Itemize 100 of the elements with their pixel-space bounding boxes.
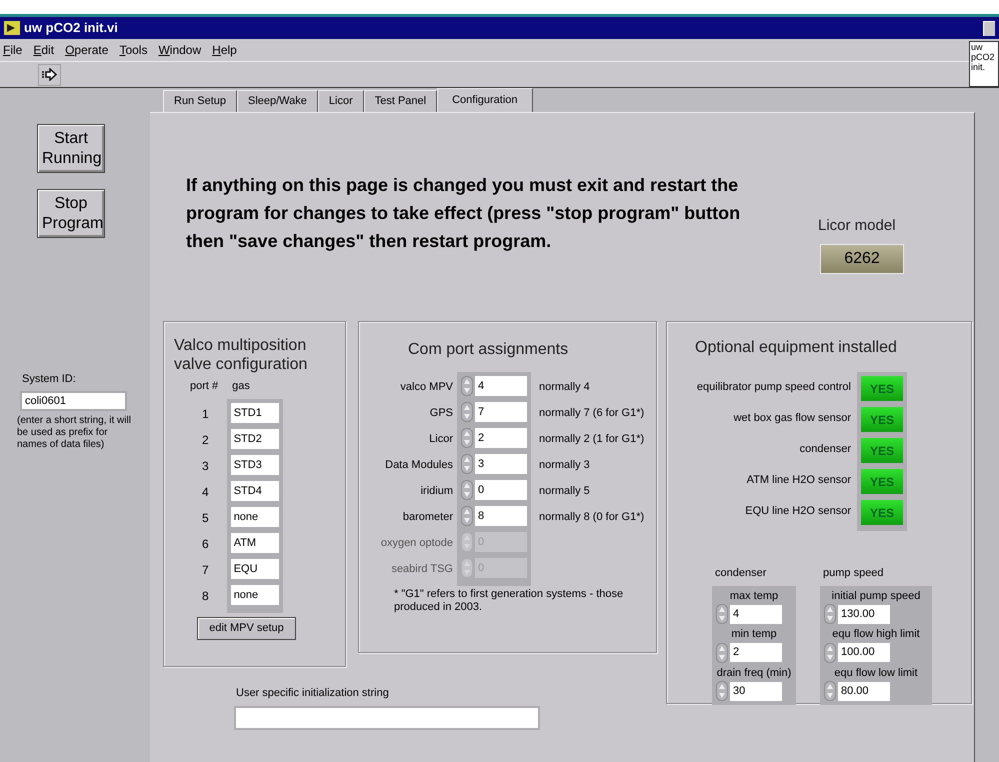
gas-field[interactable]: STD4 xyxy=(230,480,279,500)
tab[interactable]: Test Panel xyxy=(364,90,438,112)
field-label: barometer xyxy=(402,510,453,525)
port-number: 8 xyxy=(202,588,209,604)
spin-arrows[interactable] xyxy=(461,402,473,422)
spin-arrows[interactable] xyxy=(824,604,836,624)
hint-text: normally 7 (6 for G1*) xyxy=(539,407,644,419)
spin-arrows[interactable] xyxy=(716,604,728,624)
number-field[interactable]: 4 xyxy=(730,604,782,624)
column-header: gas xyxy=(232,379,250,394)
hint-text: normally 3 xyxy=(539,459,590,471)
edit-mpv-setup-button[interactable]: edit MPV setup xyxy=(197,616,296,640)
number-field[interactable]: 100.00 xyxy=(838,643,890,662)
port-field[interactable]: 3 xyxy=(475,454,527,474)
field-label: Licor xyxy=(429,432,453,447)
hint-text: normally 4 xyxy=(539,381,590,393)
initialization-string-field[interactable] xyxy=(234,706,540,730)
hint-text: normally 2 (1 for G1*) xyxy=(539,433,644,445)
footnote-text: * "G1" refers to first generation systems - those produced in 2003. xyxy=(394,588,624,614)
number-field[interactable]: 30 xyxy=(730,682,782,700)
spin-arrows[interactable] xyxy=(461,454,473,474)
port-number: 3 xyxy=(202,458,209,474)
port-field[interactable]: 0 xyxy=(475,480,527,500)
tab[interactable]: Configuration xyxy=(437,88,533,112)
field-label: equ flow high limit xyxy=(831,627,921,642)
vi-icon-text: pCO2 xyxy=(971,52,996,62)
gas-field[interactable]: STD2 xyxy=(230,428,279,448)
menu-item[interactable]: File xyxy=(3,41,22,59)
spin-arrows[interactable] xyxy=(461,506,473,526)
field-label: System ID: xyxy=(22,372,77,387)
port-field[interactable]: 4 xyxy=(475,376,527,396)
panel-button[interactable]: Start Running xyxy=(37,124,105,173)
field-label: equilibrator pump speed control xyxy=(696,380,851,395)
spin-arrows[interactable] xyxy=(461,558,473,578)
field-label: valco MPV xyxy=(400,380,453,395)
spin-arrows[interactable] xyxy=(461,532,473,552)
hint-text: normally 5 xyxy=(539,485,590,497)
field-label: drain freq (min) xyxy=(716,666,792,680)
port-number: 7 xyxy=(202,562,209,578)
gas-field[interactable]: EQU xyxy=(230,558,279,578)
hint-text: normally 8 (0 for G1*) xyxy=(539,511,644,523)
port-number: 1 xyxy=(202,406,209,422)
app-icon xyxy=(4,21,20,35)
panel-title: Com port assignments xyxy=(408,340,570,360)
tab[interactable]: Licor xyxy=(318,90,364,112)
gas-field[interactable]: STD3 xyxy=(230,454,279,474)
licor-model-display: 6262 xyxy=(820,244,904,274)
number-field[interactable]: 130.00 xyxy=(838,604,890,624)
close-button[interactable] xyxy=(983,20,995,36)
warning-text: If anything on this page is changed you must exit and restart the program for changes to take effect (press "stop program" button then "save changes" then restart program. xyxy=(186,174,742,253)
field-label: seabird TSG xyxy=(391,562,453,577)
number-field[interactable]: 2 xyxy=(730,643,782,662)
menu-item[interactable]: Tools xyxy=(119,41,148,59)
column-header: port # xyxy=(190,379,218,394)
spin-arrows[interactable] xyxy=(461,480,473,500)
field-label: wet box gas flow sensor xyxy=(734,411,851,426)
spin-arrows[interactable] xyxy=(716,642,728,662)
menu-item[interactable]: Edit xyxy=(33,41,54,59)
field-label: Licor model xyxy=(818,216,896,236)
field-label: iridium xyxy=(420,484,453,499)
menu-item[interactable]: Operate xyxy=(65,41,108,59)
run-arrow-icon xyxy=(41,68,58,81)
field-label: Data Modules xyxy=(385,458,453,473)
field-label: max temp xyxy=(728,588,780,604)
field-label: GPS xyxy=(430,406,453,421)
gas-field[interactable]: none xyxy=(230,506,279,526)
port-number: 6 xyxy=(202,536,209,552)
field-label: EQU line H2O sensor xyxy=(745,504,851,519)
vi-icon-text: init. xyxy=(971,62,986,72)
gas-field[interactable]: STD1 xyxy=(230,402,279,422)
field-label: initial pump speed xyxy=(830,588,922,604)
group-title: condenser xyxy=(715,566,768,581)
port-field[interactable]: 7 xyxy=(475,402,527,422)
panel-title: Valco multiposition valve configuration xyxy=(174,336,308,374)
field-label: equ flow low limit xyxy=(833,666,919,680)
menu-item[interactable]: Help xyxy=(212,41,237,59)
number-field[interactable]: 80.00 xyxy=(838,682,890,700)
port-number: 5 xyxy=(202,510,209,526)
spin-arrows[interactable] xyxy=(824,681,836,701)
tab[interactable]: Run Setup xyxy=(163,90,237,112)
field-label: oxygen optode xyxy=(380,536,453,551)
port-number: 4 xyxy=(202,484,209,500)
port-number: 2 xyxy=(202,432,209,448)
spin-arrows[interactable] xyxy=(461,376,473,396)
spin-arrows[interactable] xyxy=(461,428,473,448)
window-title: uw pCO2 init.vi xyxy=(24,19,118,38)
port-field[interactable]: 8 xyxy=(475,506,527,526)
spin-arrows[interactable] xyxy=(824,642,836,662)
system-id-field[interactable]: coli0601 xyxy=(20,390,127,410)
panel-button[interactable]: Stop Program xyxy=(37,189,105,238)
gas-field[interactable]: ATM xyxy=(230,532,279,552)
hint-text: (enter a short string, it will be used as prefix for names of data files) xyxy=(17,414,132,450)
spin-arrows[interactable] xyxy=(716,681,728,701)
run-arrow-button[interactable] xyxy=(38,64,61,86)
tab[interactable]: Sleep/Wake xyxy=(236,90,318,112)
menu-item[interactable]: Window xyxy=(158,41,202,59)
port-field[interactable]: 2 xyxy=(475,428,527,448)
gas-field[interactable]: none xyxy=(230,584,279,604)
vi-icon-text: uw xyxy=(971,42,984,52)
group-title: pump speed xyxy=(823,566,885,581)
